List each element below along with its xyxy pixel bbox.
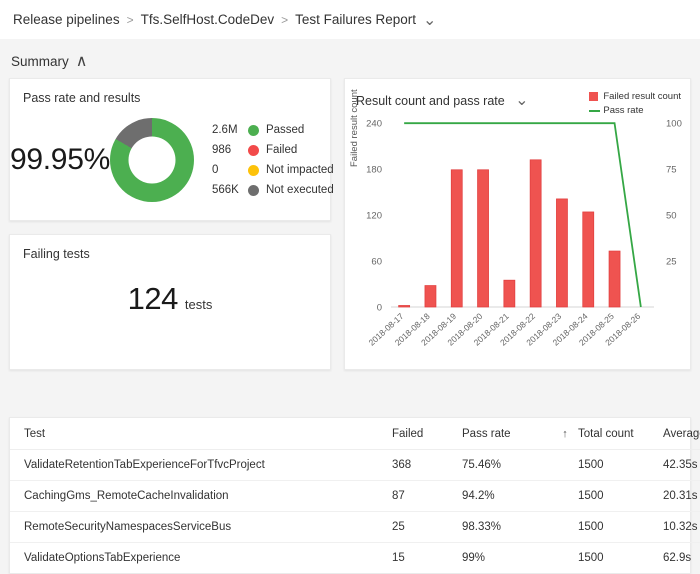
breadcrumb-separator: > — [126, 12, 134, 27]
chevron-up-icon[interactable]: ∧ — [76, 51, 88, 71]
chevron-down-icon[interactable]: ⌄ — [515, 90, 528, 110]
failing-tests-card-title: Failing tests — [23, 247, 90, 261]
table-header: Test Failed Pass rate ↑ Total count Aver… — [10, 418, 700, 450]
legend-dot-not-impacted-icon — [247, 164, 259, 176]
cell-failed: 15 — [392, 552, 405, 564]
pass-rate-card-title: Pass rate and results — [23, 91, 141, 105]
svg-text:120: 120 — [366, 211, 382, 222]
svg-text:60: 60 — [371, 257, 382, 268]
chart-plot-area: 0 60 120 180 240 25 50 75 100 2018-08-17 2018-08-1… — [345, 111, 700, 369]
test-results-table: Test Failed Pass rate ↑ Total count Aver… — [10, 418, 700, 573]
cell-pass-rate: 98.33% — [462, 511, 552, 543]
chart-title-group[interactable]: Result count and pass rate ⌄ — [356, 90, 529, 110]
legend-dot-passed-icon — [247, 124, 259, 136]
svg-text:100: 100 — [666, 119, 682, 130]
legend-count: 0 — [211, 164, 219, 176]
column-header-total-count[interactable]: Total count — [578, 418, 663, 450]
legend-count: 986 — [211, 144, 232, 156]
chevron-down-icon[interactable]: ⌄ — [423, 10, 436, 30]
breadcrumb: Release pipelines > Tfs.SelfHost.CodeDev… — [0, 0, 700, 39]
cell-failed: 87 — [392, 480, 462, 512]
pass-rate-card-body: 99.95% 2.6M Passed 986 Failed 0 Not impa… — [10, 105, 334, 209]
sort-ascending-icon[interactable]: ↑ — [562, 428, 568, 440]
breadcrumb-separator: > — [281, 12, 289, 27]
legend-item-passed: 2.6M Passed — [212, 123, 334, 138]
cell-failed: 368 — [392, 449, 462, 481]
legend-count: 2.6M — [211, 124, 238, 136]
legend-label: Not executed — [265, 184, 334, 196]
cell-spacer — [552, 511, 578, 543]
breadcrumb-item-project[interactable]: Tfs.SelfHost.CodeDev — [141, 12, 275, 27]
cell-pass-rate: 75.46% — [462, 449, 552, 481]
table-row[interactable]: ValidateRetentionTabExperienceForTfvcPro… — [10, 449, 700, 481]
column-header-test[interactable]: Test — [10, 418, 392, 450]
test-results-table-container: Test Failed Pass rate ↑ Total count Aver… — [9, 417, 700, 574]
pass-rate-donut-chart — [109, 118, 194, 202]
chart-title: Result count and pass rate — [356, 94, 505, 108]
pass-rate-card: Pass rate and results 99.95% 2.6M Passed… — [9, 78, 334, 221]
cell-average-duration: 62.9s — [663, 552, 692, 564]
cell-average-duration: 10.32s — [663, 511, 700, 543]
chart-legend-item-failed-result-count: Failed result count — [589, 91, 681, 102]
svg-text:240: 240 — [366, 119, 382, 130]
cell-spacer — [552, 449, 578, 481]
cell-average-duration: 20.31s — [663, 480, 700, 512]
table-body: ValidateRetentionTabExperienceForTfvcPro… — [10, 449, 700, 574]
legend-label: Not impacted — [265, 164, 334, 176]
legend-label: Passed — [265, 124, 305, 136]
cell-total-count: 1500 — [578, 511, 663, 543]
column-header-failed[interactable]: Failed — [392, 418, 462, 450]
cell-spacer — [552, 543, 578, 574]
table-row[interactable]: CachingGms_RemoteCacheInvalidation 87 94… — [10, 480, 700, 512]
result-count-chart-card: Result count and pass rate ⌄ Failed resu… — [344, 78, 691, 370]
table-row[interactable]: ValidateOptionsTabExperience 15 99% 1500… — [10, 543, 700, 574]
cell-pass-rate: 99% — [462, 552, 486, 564]
failing-tests-card: Failing tests 124 tests — [9, 234, 331, 370]
column-header-average-duration[interactable]: Average duration — [663, 418, 700, 450]
cell-pass-rate: 94.2% — [462, 480, 552, 512]
pass-rate-value: 99.95% — [10, 143, 110, 176]
cell-average-duration: 42.35s — [663, 449, 700, 481]
result-count-chart-svg: 0601201802402550751002018-08-172018-08-1… — [366, 119, 682, 348]
table-row[interactable]: RemoteSecurityNamespacesServiceBus 25 98… — [10, 511, 700, 543]
chart-legend-label: Failed result count — [603, 91, 681, 102]
table-header-row: Test Failed Pass rate ↑ Total count Aver… — [10, 418, 700, 450]
cell-total-count: 1500 — [578, 480, 663, 512]
legend-label: Failed — [265, 144, 298, 156]
donut-hole — [128, 136, 176, 184]
failing-tests-unit: tests — [184, 297, 213, 312]
svg-text:180: 180 — [366, 165, 382, 176]
legend-item-failed: 986 Failed — [212, 143, 334, 158]
cell-spacer — [552, 480, 578, 512]
cell-failed: 25 — [392, 511, 462, 543]
legend-item-not-impacted: 0 Not impacted — [212, 163, 334, 178]
breadcrumb-item-current[interactable]: Test Failures Report — [295, 12, 416, 27]
cell-test-name: ValidateOptionsTabExperience — [24, 552, 181, 564]
svg-text:0: 0 — [377, 303, 382, 314]
cell-total-count: 1500 — [578, 449, 663, 481]
legend-dot-failed-icon — [247, 144, 259, 156]
left-card-column: Pass rate and results 99.95% 2.6M Passed… — [9, 78, 334, 370]
failing-tests-count: 124 — [127, 281, 179, 316]
summary-cards: Pass rate and results 99.95% 2.6M Passed… — [0, 78, 700, 370]
svg-text:75: 75 — [666, 165, 677, 176]
cell-test-name: ValidateRetentionTabExperienceForTfvcPro… — [10, 449, 392, 481]
failing-tests-card-body: 124 tests — [10, 261, 330, 357]
svg-text:50: 50 — [666, 211, 677, 222]
legend-item-not-executed: 566K Not executed — [212, 183, 334, 198]
pass-rate-legend: 2.6M Passed 986 Failed 0 Not impacted 56… — [212, 123, 334, 198]
cell-test-name: RemoteSecurityNamespacesServiceBus — [10, 511, 392, 543]
summary-section-toggle[interactable]: Summary ∧ — [0, 39, 700, 78]
svg-text:25: 25 — [666, 257, 677, 268]
legend-swatch-failed-icon — [589, 92, 599, 101]
cell-total-count: 1500 — [578, 552, 604, 564]
cell-test-name: CachingGms_RemoteCacheInvalidation — [10, 480, 392, 512]
legend-dot-not-executed-icon — [247, 184, 259, 196]
summary-label: Summary — [11, 53, 69, 69]
breadcrumb-item-release-pipelines[interactable]: Release pipelines — [13, 12, 120, 27]
legend-count: 566K — [211, 184, 239, 196]
column-header-pass-rate[interactable]: Pass rate — [462, 418, 552, 450]
